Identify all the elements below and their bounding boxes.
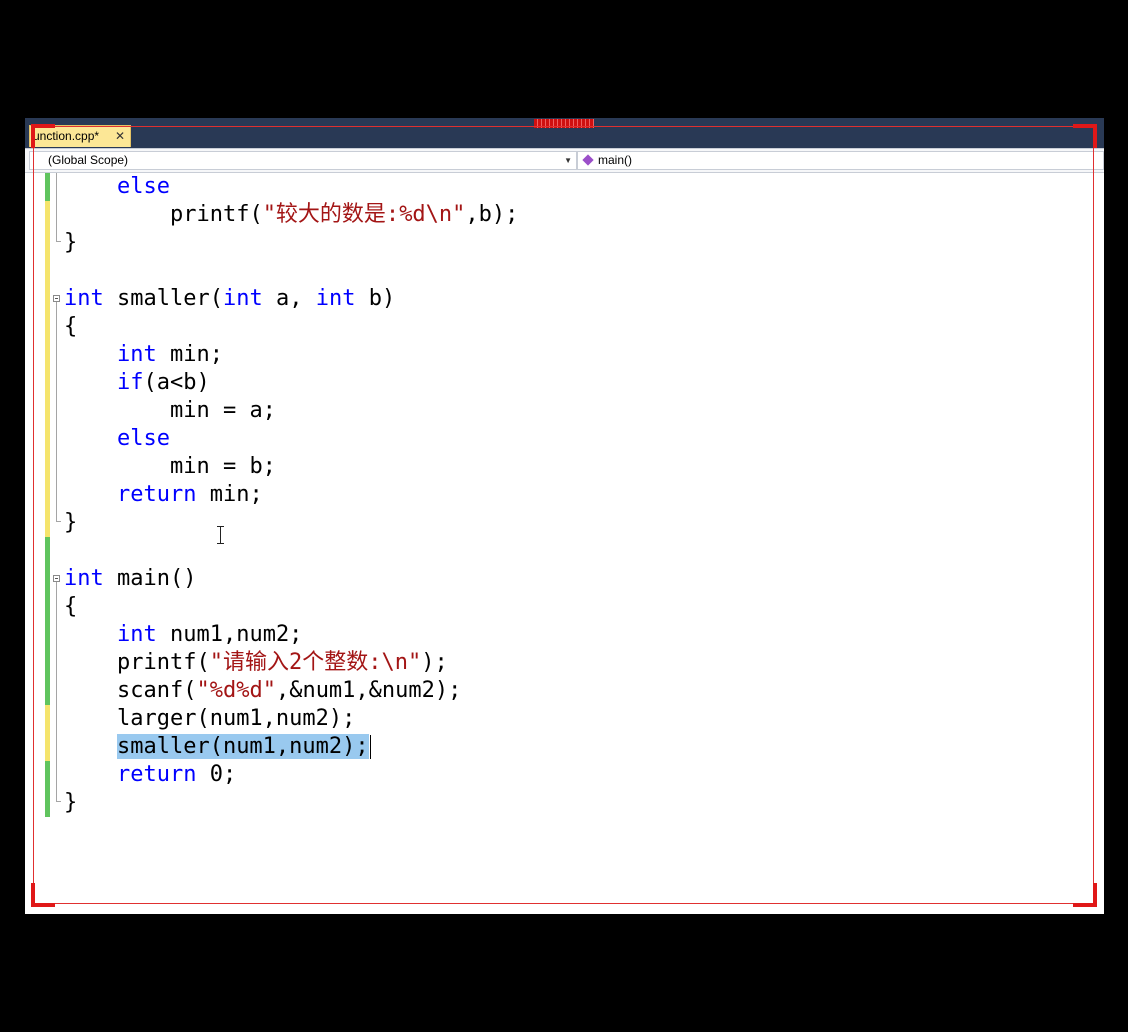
capture-corner-handle[interactable] bbox=[1073, 883, 1097, 907]
capture-corner-handle[interactable] bbox=[1073, 124, 1097, 148]
capture-region-frame bbox=[33, 126, 1094, 904]
capture-corner-handle[interactable] bbox=[31, 883, 55, 907]
capture-corner-handle[interactable] bbox=[31, 124, 55, 148]
